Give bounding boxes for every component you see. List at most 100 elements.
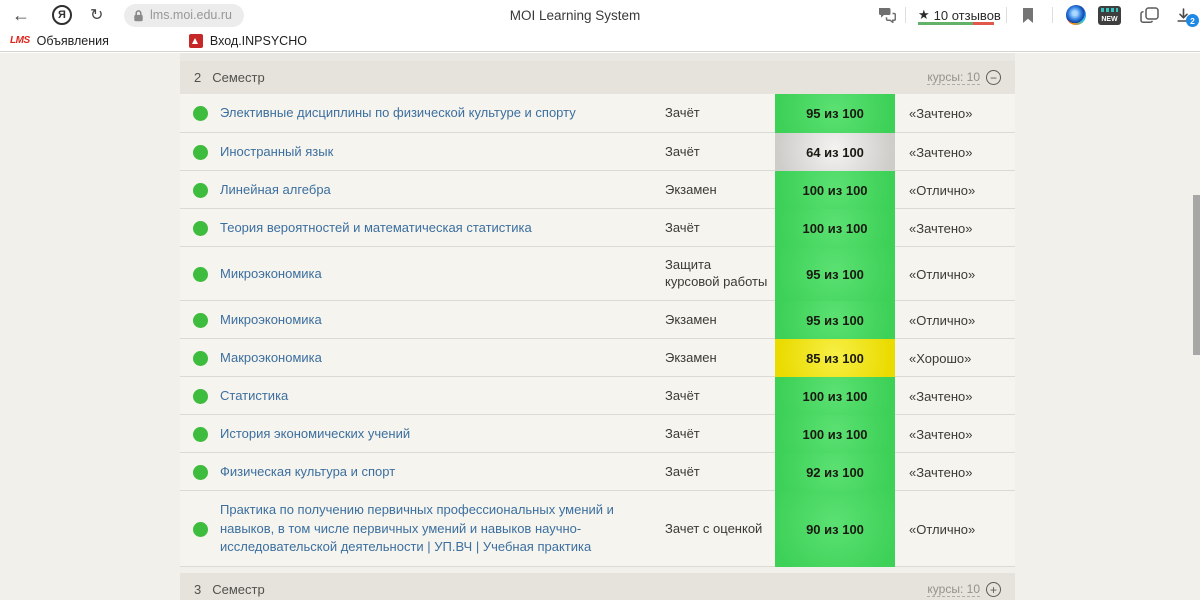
grade-text: «Зачтено» [909, 220, 973, 236]
status-dot-cell [180, 133, 220, 171]
assessment-type: Экзамен [665, 181, 717, 197]
green-status-dot [192, 144, 208, 160]
rating-bar-negative [973, 22, 994, 25]
assessment-type: Зачёт [665, 425, 700, 441]
course-link[interactable]: Элективные дисциплины по физической куль… [220, 94, 665, 133]
grade-text: «Хорошо» [909, 350, 972, 366]
lock-icon [133, 9, 144, 22]
course-link[interactable]: Иностранный язык [220, 133, 665, 171]
grade-text: «Зачтено» [909, 426, 973, 442]
grade-text: «Отлично» [909, 266, 976, 282]
score-badge: 95 из 100 [775, 94, 895, 133]
table-row: Линейная алгебра Экзамен 100 из 100 «Отл… [180, 171, 1015, 209]
green-status-dot [192, 312, 208, 328]
bookmark-item-inpsycho[interactable]: Вход.INPSYCHO [119, 30, 307, 52]
course-link[interactable]: Теория вероятностей и математическая ста… [220, 209, 665, 247]
section-header-semester-2: 2 Семестр курсы: 10 − [180, 61, 1015, 94]
green-status-dot [192, 182, 208, 198]
course-link[interactable]: Физическая культура и спорт [220, 453, 665, 491]
rating-bar-positive [918, 22, 973, 25]
green-status-dot [192, 106, 208, 121]
url-text: lms.moi.edu.ru [150, 8, 232, 22]
course-link[interactable]: Практика по получению первичных професси… [220, 491, 665, 567]
green-status-dot [192, 464, 208, 480]
new-badge-label: NEW [1101, 15, 1118, 23]
collapse-section-icon[interactable]: − [986, 70, 1001, 85]
course-link[interactable]: Линейная алгебра [220, 171, 665, 209]
green-status-dot [192, 388, 208, 404]
extension-circle-icon[interactable] [1066, 0, 1086, 30]
green-status-dot [192, 220, 208, 236]
collections-icon[interactable] [1140, 0, 1159, 30]
course-link[interactable]: Статистика [220, 377, 665, 415]
section-number: 3 [194, 582, 202, 597]
page-title: MOI Learning System [509, 7, 641, 23]
extension-new-icon[interactable]: NEW [1098, 0, 1121, 30]
page-content: 2 Семестр курсы: 10 − Элективные дисципл… [0, 53, 1200, 600]
score-badge-cell: 90 из 100 [775, 491, 895, 567]
score-badge: 64 из 100 [775, 133, 895, 171]
section-title: Семестр [212, 582, 265, 597]
green-status-dot [192, 350, 208, 366]
toolbar-divider [1006, 7, 1007, 23]
score-badge-cell: 64 из 100 [775, 133, 895, 171]
bookmark-label: Объявления [36, 33, 109, 48]
status-dot-cell [180, 247, 220, 301]
yandex-logo-button[interactable]: Я [52, 0, 72, 30]
grade-text: «Зачтено» [909, 464, 973, 480]
browser-window: ← Я ↻ lms.moi.edu.ru MOI Learning System… [0, 0, 1200, 600]
bookmark-item-announcements[interactable]: LMS Объявления [10, 30, 109, 52]
section-number: 2 [194, 70, 202, 85]
feedback-icon[interactable] [878, 0, 896, 30]
assessment-type: Защита курсовой работы [665, 257, 768, 289]
course-link[interactable]: Микроэкономика [220, 247, 665, 301]
grade-text: «Отлично» [909, 521, 976, 537]
back-button[interactable]: ← [12, 0, 30, 30]
courses-count-link[interactable]: курсы: 10 [927, 70, 980, 86]
assessment-type: Зачёт [665, 143, 700, 159]
expand-section-icon[interactable]: + [986, 582, 1001, 597]
table-row: Практика по получению первичных професси… [180, 491, 1015, 567]
score-badge: 90 из 100 [775, 491, 895, 567]
score-badge-cell: 92 из 100 [775, 453, 895, 491]
grade-text: «Зачтено» [909, 106, 973, 121]
courses-count-link[interactable]: курсы: 10 [927, 582, 980, 598]
download-count-badge: 2 [1186, 14, 1199, 27]
inpsycho-logo-icon [188, 33, 203, 48]
address-bar[interactable]: lms.moi.edu.ru [124, 0, 244, 30]
score-badge: 100 из 100 [775, 171, 895, 209]
course-link[interactable]: История экономических учений [220, 415, 665, 453]
score-badge-cell: 100 из 100 [775, 377, 895, 415]
lms-logo-icon: LMS [10, 35, 30, 46]
browser-toolbar: ← Я ↻ lms.moi.edu.ru MOI Learning System… [0, 0, 1200, 30]
table-row: Статистика Зачёт 100 из 100 «Зачтено» [180, 377, 1015, 415]
table-row: Иностранный язык Зачёт 64 из 100 «Зачтен… [180, 133, 1015, 171]
assessment-type: Зачет с оценкой [665, 520, 763, 536]
assessment-type: Зачёт [665, 463, 700, 479]
refresh-button[interactable]: ↻ [90, 0, 103, 30]
bookmark-flag-icon[interactable] [1022, 0, 1034, 30]
score-badge-cell: 100 из 100 [775, 171, 895, 209]
score-badge: 85 из 100 [775, 339, 895, 377]
course-link[interactable]: Микроэкономика [220, 301, 665, 339]
reviews-button[interactable]: ★ 10 отзывов [918, 0, 1001, 30]
star-icon: ★ [918, 7, 930, 22]
table-row: Теория вероятностей и математическая ста… [180, 209, 1015, 247]
assessment-type: Экзамен [665, 349, 717, 365]
status-dot-cell [180, 209, 220, 247]
grades-table: 2 Семестр курсы: 10 − Элективные дисципл… [180, 53, 1015, 600]
assessment-type: Зачёт [665, 219, 700, 235]
score-badge-cell: 95 из 100 [775, 301, 895, 339]
course-link[interactable]: Макроэкономика [220, 339, 665, 377]
score-badge: 100 из 100 [775, 209, 895, 247]
section-header-semester-3: 3 Семестр курсы: 10 + [180, 573, 1015, 600]
score-badge-cell: 85 из 100 [775, 339, 895, 377]
grade-text: «Зачтено» [909, 388, 973, 404]
grade-text: «Отлично» [909, 312, 976, 328]
status-dot-cell [180, 453, 220, 491]
vertical-scrollbar-thumb[interactable] [1193, 195, 1200, 355]
score-badge-cell: 100 из 100 [775, 209, 895, 247]
assessment-type: Зачёт [665, 387, 700, 403]
score-badge: 95 из 100 [775, 301, 895, 339]
green-status-dot [192, 266, 208, 282]
